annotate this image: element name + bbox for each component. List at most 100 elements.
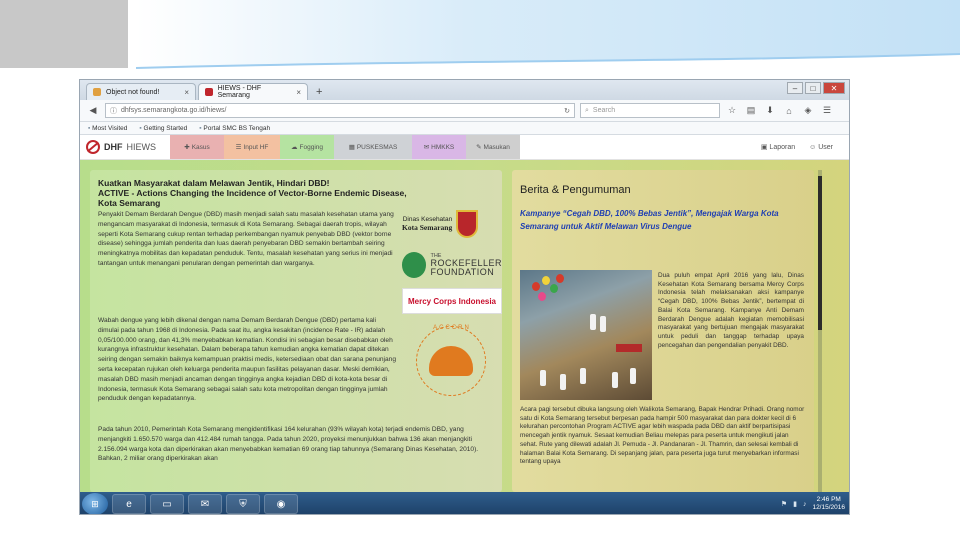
person (580, 368, 586, 384)
user-label: User (818, 143, 833, 151)
laporan-label: Laporan (769, 144, 796, 151)
bookmark-item[interactable]: Getting Started (139, 125, 188, 132)
bookmark-item[interactable]: Most Visited (88, 125, 127, 132)
slide-gray-block (0, 0, 128, 68)
volume-icon[interactable]: ♪ (803, 501, 807, 508)
user-link[interactable]: ☺ User (809, 144, 833, 151)
intro-subtitle: ACTIVE - Actions Changing the Incidence … (98, 188, 407, 208)
comment-icon: ✎ (476, 144, 482, 151)
intro-paragraph: Wabah dengue yang lebih dikenal dengan n… (98, 317, 397, 403)
minimize-icon[interactable]: – (787, 82, 803, 94)
partner-logos: Dinas Kesehatan Kota Semarang THE ROCKEFEL… (402, 206, 502, 396)
mercy-corps-logo: Mercy Corps Indonesia (402, 288, 502, 314)
laporan-link[interactable]: ▣ Laporan (761, 143, 795, 151)
scrollbar[interactable] (816, 170, 828, 492)
search-input[interactable]: ⌕ Search (580, 103, 720, 118)
menu-label: Input HF (243, 143, 269, 151)
no-mosquito-icon (86, 140, 100, 154)
bookmark-star-icon[interactable]: ☆ (725, 105, 739, 116)
building-icon: ▦ (348, 144, 355, 151)
person (600, 316, 606, 332)
menu-kasus[interactable]: ✚ Kasus (170, 135, 224, 159)
system-tray: ⚑ ▮ ♪ 2:46 PM 12/15/2016 (781, 496, 849, 512)
info-icon: ⓘ (110, 107, 117, 115)
person (590, 314, 596, 330)
app-logo[interactable]: DHF HIEWS (86, 135, 170, 159)
rockefeller-foundation: FOUNDATION (430, 266, 495, 277)
menu-icon[interactable]: ☰ (820, 105, 834, 116)
acccrn-logo: ACCCRN (416, 325, 486, 396)
menu-fogging[interactable]: ☁ Fogging (280, 135, 334, 159)
bookmark-item[interactable]: Portal SMC BS Tengah (199, 125, 270, 132)
balloon (532, 282, 540, 291)
menu-label: Fogging (299, 143, 324, 151)
download-icon[interactable]: ⬇ (763, 105, 777, 116)
network-icon[interactable]: ▮ (793, 500, 797, 508)
menu-label: Kasus (191, 143, 210, 151)
rockefeller-logo: THE ROCKEFELLER FOUNDATION (402, 252, 502, 278)
clock-date: 12/15/2016 (812, 504, 845, 511)
clipboard-icon[interactable]: ▤ (744, 105, 758, 116)
clock[interactable]: 2:46 PM 12/15/2016 (812, 496, 845, 512)
stage (616, 344, 642, 352)
page-icon (93, 88, 101, 96)
news-card: Berita & Pengumuman Kampanye “Cegah DBD,… (512, 170, 814, 492)
new-tab-button[interactable]: + (310, 86, 328, 100)
taskbar-shield-icon[interactable]: ⛨ (226, 494, 260, 514)
news-headline[interactable]: Kampanye “Cegah DBD, 100% Bebas Jentik”,… (520, 208, 780, 233)
menu-input-hf[interactable]: ☰ Input HF (224, 135, 280, 159)
close-icon[interactable]: × (184, 88, 189, 97)
taskbar-thunderbird-icon[interactable]: ✉ (188, 494, 222, 514)
menu-label: PUSKESMAS (356, 143, 398, 151)
person (612, 372, 618, 388)
semarang-shield-icon (456, 210, 479, 238)
address-bar[interactable]: ⓘ dhfsys.semarangkota.go.id/hiews/ ↻ (105, 103, 575, 118)
person (540, 370, 546, 386)
bookmarks-bar: Most Visited Getting Started Portal SMC … (80, 122, 849, 135)
logo-sub: HIEWS (126, 142, 157, 152)
menu-hmkks[interactable]: ✉ HMKKS (412, 135, 466, 159)
maximize-icon[interactable]: □ (805, 82, 821, 94)
taskbar-ie-icon[interactable]: e (112, 494, 146, 514)
start-button[interactable]: ⊞ (82, 493, 108, 514)
back-icon[interactable]: ◀ (86, 105, 100, 116)
browser-screenshot: Object not found! × HIEWS - DHF Semarang… (79, 79, 850, 515)
logo-text: DHF (104, 142, 123, 152)
balloon (538, 292, 546, 301)
globe-icon (402, 252, 427, 278)
pocket-icon[interactable]: ◈ (801, 105, 815, 116)
news-title: Berita & Pengumuman (520, 184, 631, 196)
news-body: Dua puluh empat April 2016 yang lalu, Di… (658, 272, 804, 349)
page-content: Kuatkan Masyarakat dalam Melawan Jentik,… (80, 160, 849, 492)
slide-swoosh (136, 53, 960, 82)
case-icon: ✚ (184, 144, 190, 151)
search-icon: ⌕ (585, 106, 589, 114)
tab-object-not-found[interactable]: Object not found! × (86, 83, 196, 100)
menu-label: HMKKS (431, 143, 455, 151)
intro-card: Kuatkan Masyarakat dalam Melawan Jentik,… (90, 170, 502, 492)
person (630, 368, 636, 384)
balloon (556, 274, 564, 283)
menu-puskesmas[interactable]: ▦ PUSKESMAS (334, 135, 412, 159)
taskbar-folder-icon[interactable]: ▭ (150, 494, 184, 514)
scroll-thumb[interactable] (818, 176, 822, 330)
list-icon: ☰ (235, 144, 242, 151)
person (560, 374, 566, 390)
nav-bar: ◀ ⓘ dhfsys.semarangkota.go.id/hiews/ ↻ ⌕… (80, 100, 849, 122)
taskbar-firefox-icon[interactable]: ◉ (264, 494, 298, 514)
tab-hiews[interactable]: HIEWS - DHF Semarang × (198, 83, 308, 100)
balloon (550, 284, 558, 293)
user-icon: ☺ (809, 143, 819, 151)
balloon (542, 276, 550, 285)
news-body: Acara pagi tersebut dibuka langsung oleh… (520, 406, 805, 466)
header-right: ▣ Laporan ☺ User (761, 135, 849, 159)
flag-icon[interactable]: ⚑ (781, 500, 787, 508)
search-placeholder: Search (592, 107, 616, 114)
menu-masukan[interactable]: ✎ Masukan (466, 135, 520, 159)
dinkes-logo: Dinas Kesehatan Kota Semarang (402, 206, 502, 242)
home-icon[interactable]: ⌂ (782, 106, 796, 116)
close-window-icon[interactable]: ✕ (823, 82, 845, 94)
close-icon[interactable]: × (296, 88, 301, 97)
intro-paragraph: Penyakit Demam Berdarah Dengue (DBD) mas… (98, 211, 394, 267)
reload-icon[interactable]: ↻ (564, 107, 570, 115)
